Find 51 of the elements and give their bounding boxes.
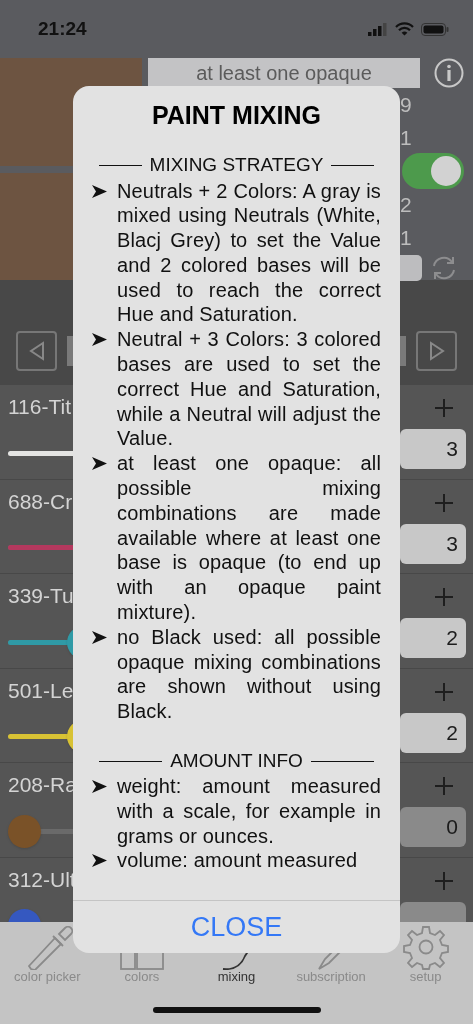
bullet-arrow-icon bbox=[92, 333, 107, 347]
left-triangle-icon bbox=[28, 340, 45, 361]
plus-icon bbox=[434, 398, 454, 418]
bullet-arrow-icon bbox=[92, 457, 107, 471]
bullet-text: at least one opaque: all possible mixing combinations are made available where at least one base is opaque (to end up with an opaque paint mixture). bbox=[117, 451, 381, 625]
close-button[interactable]: CLOSE bbox=[184, 906, 289, 948]
mixing-icon bbox=[222, 950, 251, 970]
slider-thumb[interactable] bbox=[8, 814, 41, 848]
plus-icon bbox=[434, 587, 454, 607]
battery-icon bbox=[421, 22, 449, 36]
setting-value: 1 bbox=[400, 124, 412, 151]
paint-name: 116-Tit bbox=[8, 394, 72, 420]
amount-field[interactable]: 2 bbox=[400, 712, 466, 753]
setting-value: 9 bbox=[400, 91, 412, 118]
info-icon[interactable] bbox=[434, 58, 464, 88]
plus-icon bbox=[434, 870, 454, 891]
section-heading: AMOUNT INFO bbox=[170, 748, 303, 773]
bullet-text: Neutral + 3 Colors: 3 colored bases are used to set the correct Hue and Saturation, while a Neutral will adjust the Value. bbox=[117, 327, 381, 452]
bullet-text: Neutrals + 2 Colors: A gray is mixed using Neutrals (White, Blacj Grey) to set the Value and 2 colored bases will be used to reach the correct Hue and Saturation. bbox=[117, 178, 381, 328]
refresh-icon[interactable] bbox=[430, 254, 458, 282]
amount-field[interactable]: 0 bbox=[400, 807, 466, 847]
right-triangle-icon bbox=[428, 340, 445, 361]
bullet-arrow-icon bbox=[92, 854, 107, 868]
wifi-icon bbox=[395, 22, 414, 36]
gear-icon bbox=[402, 924, 449, 970]
status-time: 21:24 bbox=[38, 17, 87, 42]
plus-icon bbox=[434, 776, 454, 796]
amount-field[interactable]: 3 bbox=[400, 429, 466, 469]
setting-value: 1 bbox=[400, 224, 412, 251]
paint-name: 339-Tu bbox=[8, 583, 74, 609]
next-button[interactable] bbox=[416, 330, 457, 371]
plus-icon bbox=[434, 681, 454, 702]
strategy-dropdown[interactable]: at least one opaque bbox=[148, 58, 420, 88]
bullet-arrow-icon bbox=[92, 780, 107, 794]
bullet-arrow-icon bbox=[92, 630, 107, 644]
previous-button[interactable] bbox=[16, 330, 57, 371]
toggle-switch[interactable] bbox=[402, 153, 464, 189]
signal-icon bbox=[368, 22, 388, 36]
section-heading: MIXING STRATEGY bbox=[149, 153, 324, 178]
plus-icon bbox=[434, 492, 454, 513]
paint-name: 688-Cr bbox=[8, 488, 73, 515]
bullet-arrow-icon bbox=[92, 184, 107, 198]
bullet-text: weight: amount measured with a scale, for example in grams or ounces. bbox=[117, 774, 381, 849]
amount-field[interactable]: 3 bbox=[400, 523, 466, 564]
paint-name: 501-Le bbox=[8, 677, 74, 704]
bullet-text: no Black used: all possible opaque mixing combinations are shown without using Black. bbox=[117, 624, 381, 725]
amount-field[interactable]: 2 bbox=[400, 618, 466, 658]
bullet-text: volume: amount measured bbox=[117, 848, 359, 874]
dialog-title: PAINT MIXING bbox=[151, 100, 322, 131]
tab-label[interactable]: mixing bbox=[217, 970, 256, 984]
setting-value: 2 bbox=[400, 191, 412, 218]
